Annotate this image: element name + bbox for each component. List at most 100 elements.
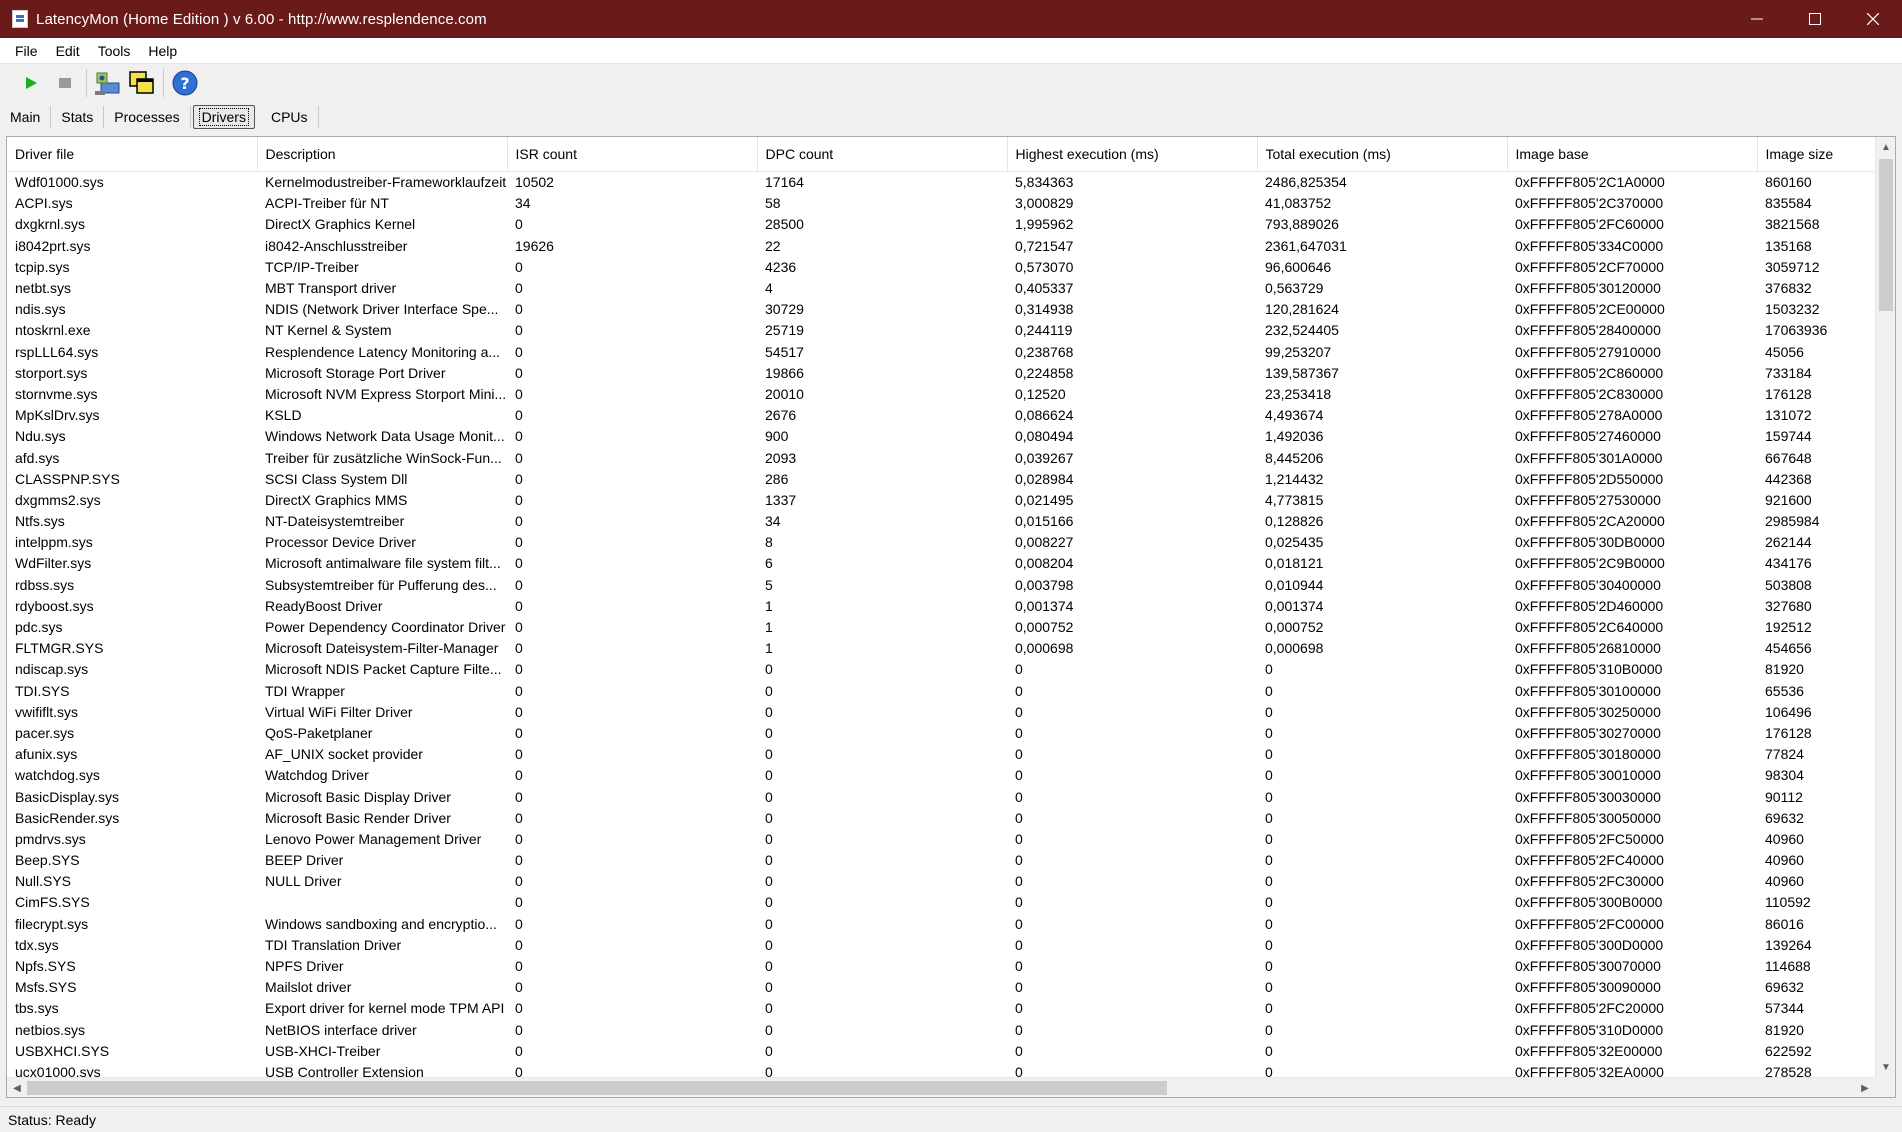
table-row[interactable]: afunix.sys AF_UNIX socket provider 0 0 0 0 0xF… (7, 744, 1875, 765)
table-row[interactable]: dxgkrnl.sys DirectX Graphics Kernel 0 28500… (7, 214, 1875, 235)
table-cell: 327680 (1765, 597, 1812, 614)
table-cell: 2985984 (1765, 513, 1820, 530)
scroll-right-icon[interactable]: ▶ (1855, 1078, 1875, 1097)
copy-windows-button[interactable] (125, 66, 159, 100)
stop-button[interactable] (48, 66, 82, 100)
table-cell: 54517 (765, 343, 804, 360)
table-row[interactable]: dxgmms2.sys DirectX Graphics MMS 0 1337 0,02… (7, 490, 1875, 511)
horizontal-scroll-thumb[interactable] (27, 1081, 1167, 1095)
table-cell: 0,008227 (1015, 534, 1074, 551)
table-row[interactable]: vwififlt.sys Virtual WiFi Filter Driver 0 0… (7, 702, 1875, 723)
table-cell: 0 (765, 915, 773, 932)
column-header[interactable]: Description (257, 137, 508, 172)
table-row[interactable]: TDI.SYS TDI Wrapper 0 0 0 0 0xFFFFF805'3010000… (7, 681, 1875, 702)
table-row[interactable]: ndis.sys NDIS (Network Driver Interface S… (7, 299, 1875, 320)
table-row[interactable]: BasicDisplay.sys Microsoft Basic Display … (7, 786, 1875, 807)
table-cell: 860160 (1765, 174, 1812, 191)
table-row[interactable]: CimFS.SYS 0 0 0 0 0xFFFFF805'300B0000 110592 (7, 892, 1875, 913)
table-cell: 86016 (1765, 915, 1804, 932)
table-cell: 0xFFFFF805'30120000 (1515, 280, 1661, 297)
tab-stats[interactable]: Stats (51, 106, 105, 128)
maximize-button[interactable] (1786, 0, 1844, 38)
table-row[interactable]: netbt.sys MBT Transport driver 0 4 0,405337 0… (7, 278, 1875, 299)
table-row[interactable]: afd.sys Treiber für zusätzliche WinSock-F… (7, 447, 1875, 468)
table-row[interactable]: ntoskrnl.exe NT Kernel & System 0 25719 0,24… (7, 320, 1875, 341)
table-cell: 5 (765, 576, 773, 593)
table-row[interactable]: tcpip.sys TCP/IP-Treiber 0 4236 0,573070 96,6… (7, 257, 1875, 278)
table-row[interactable]: Msfs.SYS Mailslot driver 0 0 0 0 0xFFFFF805'30… (7, 977, 1875, 998)
table-cell: 0 (1265, 1000, 1273, 1017)
tab-processes[interactable]: Processes (104, 106, 191, 128)
tab-drivers[interactable]: Drivers (192, 105, 255, 129)
close-button[interactable] (1844, 0, 1902, 38)
table-row[interactable]: MpKslDrv.sys KSLD 0 2676 0,086624 4,493674 0xF… (7, 405, 1875, 426)
table-row[interactable]: Beep.SYS BEEP Driver 0 0 0 0 0xFFFFF805'2FC400… (7, 850, 1875, 871)
tab-cpus[interactable]: CPUs (261, 106, 319, 128)
table-cell: MBT Transport driver (265, 280, 397, 297)
table-row[interactable]: BasicRender.sys Microsoft Basic Render Dr… (7, 808, 1875, 829)
table-row[interactable]: rdyboost.sys ReadyBoost Driver 0 1 0,001374 0… (7, 596, 1875, 617)
table-cell: 0,000752 (1015, 619, 1074, 636)
table-row[interactable]: rspLLL64.sys Resplendence Latency Monitor… (7, 342, 1875, 363)
table-cell: 2093 (765, 449, 797, 466)
column-header[interactable]: ISR count (507, 137, 758, 172)
table-cell: Microsoft NVM Express Storport Mini... (265, 385, 507, 402)
table-row[interactable]: ndiscap.sys Microsoft NDIS Packet Capture… (7, 659, 1875, 680)
table-row[interactable]: i8042prt.sys i8042-Anschlusstreiber 19626 2… (7, 236, 1875, 257)
table-row[interactable]: tbs.sys Export driver for kernel mode TPM… (7, 998, 1875, 1019)
table-row[interactable]: USBXHCI.SYS USB-XHCI-Treiber 0 0 0 0 0xFFFFF80… (7, 1041, 1875, 1062)
column-header[interactable]: Highest execution (ms) (1007, 137, 1258, 172)
menu-file[interactable]: File (7, 43, 44, 59)
table-row[interactable]: pacer.sys QoS-Paketplaner 0 0 0 0 0xFFFFF805'3… (7, 723, 1875, 744)
table-row[interactable]: tdx.sys TDI Translation Driver 0 0 0 0 0xFFFFF… (7, 935, 1875, 956)
menu-edit[interactable]: Edit (48, 43, 86, 59)
menu-tools[interactable]: Tools (90, 43, 137, 59)
scroll-down-icon[interactable]: ▼ (1876, 1057, 1895, 1077)
table-row[interactable]: pmdrvs.sys Lenovo Power Management Driver… (7, 829, 1875, 850)
table-row[interactable]: Ndu.sys Windows Network Data Usage Monit.… (7, 426, 1875, 447)
menu-help[interactable]: Help (140, 43, 183, 59)
table-cell: CimFS.SYS (15, 894, 90, 911)
table-row[interactable]: Npfs.SYS NPFS Driver 0 0 0 0 0xFFFFF805'300700… (7, 956, 1875, 977)
table-cell: afd.sys (15, 449, 60, 466)
table-row[interactable]: Null.SYS NULL Driver 0 0 0 0 0xFFFFF805'2FC300… (7, 871, 1875, 892)
column-header[interactable]: Driver file (7, 137, 258, 172)
table-cell: 0 (1265, 936, 1273, 953)
table-row[interactable]: storport.sys Microsoft Storage Port Drive… (7, 363, 1875, 384)
column-header[interactable]: Total execution (ms) (1257, 137, 1508, 172)
tab-main[interactable]: Main (0, 106, 52, 128)
table-cell: 131072 (1765, 407, 1812, 424)
table-cell: 0xFFFFF805'30250000 (1515, 703, 1661, 720)
table-row[interactable]: rdbss.sys Subsystemtreiber für Pufferung … (7, 575, 1875, 596)
horizontal-scrollbar[interactable]: ◀ ▶ (7, 1077, 1875, 1097)
driver-tool-button[interactable] (91, 66, 125, 100)
start-button[interactable] (14, 66, 48, 100)
minimize-button[interactable] (1728, 0, 1786, 38)
scroll-up-icon[interactable]: ▲ (1876, 137, 1895, 157)
table-row[interactable]: filecrypt.sys Windows sandboxing and encr… (7, 914, 1875, 935)
table-row[interactable]: FLTMGR.SYS Microsoft Dateisystem-Filter-M… (7, 638, 1875, 659)
column-header[interactable]: Image base (1507, 137, 1758, 172)
table-row[interactable]: Ntfs.sys NT-Dateisystemtreiber 0 34 0,015166… (7, 511, 1875, 532)
table-cell: Microsoft antimalware file system filt..… (265, 555, 501, 572)
table-cell: CLASSPNP.SYS (15, 470, 120, 487)
table-cell: 81920 (1765, 1021, 1804, 1038)
table-row[interactable]: stornvme.sys Microsoft NVM Express Storpo… (7, 384, 1875, 405)
column-header[interactable]: Image size (1757, 137, 1876, 172)
table-row[interactable]: ACPI.sys ACPI-Treiber für NT 34 58 3,000829 4… (7, 193, 1875, 214)
vertical-scroll-thumb[interactable] (1879, 159, 1893, 311)
table-row[interactable]: netbios.sys NetBIOS interface driver 0 0 0 0 0… (7, 1020, 1875, 1041)
table-row[interactable]: CLASSPNP.SYS SCSI Class System Dll 0 286 0,0… (7, 469, 1875, 490)
table-row[interactable]: Wdf01000.sys Kernelmodustreiber-Framework… (7, 172, 1875, 194)
table-row[interactable]: WdFilter.sys Microsoft antimalware file s… (7, 553, 1875, 574)
help-icon: ? (172, 70, 198, 96)
app-icon (12, 10, 28, 28)
table-cell: 20010 (765, 385, 804, 402)
table-row[interactable]: watchdog.sys Watchdog Driver 0 0 0 0 0xFFFFF80… (7, 765, 1875, 786)
help-button[interactable]: ? (168, 66, 202, 100)
scroll-left-icon[interactable]: ◀ (7, 1078, 27, 1097)
table-row[interactable]: intelppm.sys Processor Device Driver 0 8 0,0… (7, 532, 1875, 553)
vertical-scrollbar[interactable]: ▲ ▼ (1875, 137, 1895, 1077)
column-header[interactable]: DPC count (757, 137, 1008, 172)
table-row[interactable]: pdc.sys Power Dependency Coordinator Driv… (7, 617, 1875, 638)
